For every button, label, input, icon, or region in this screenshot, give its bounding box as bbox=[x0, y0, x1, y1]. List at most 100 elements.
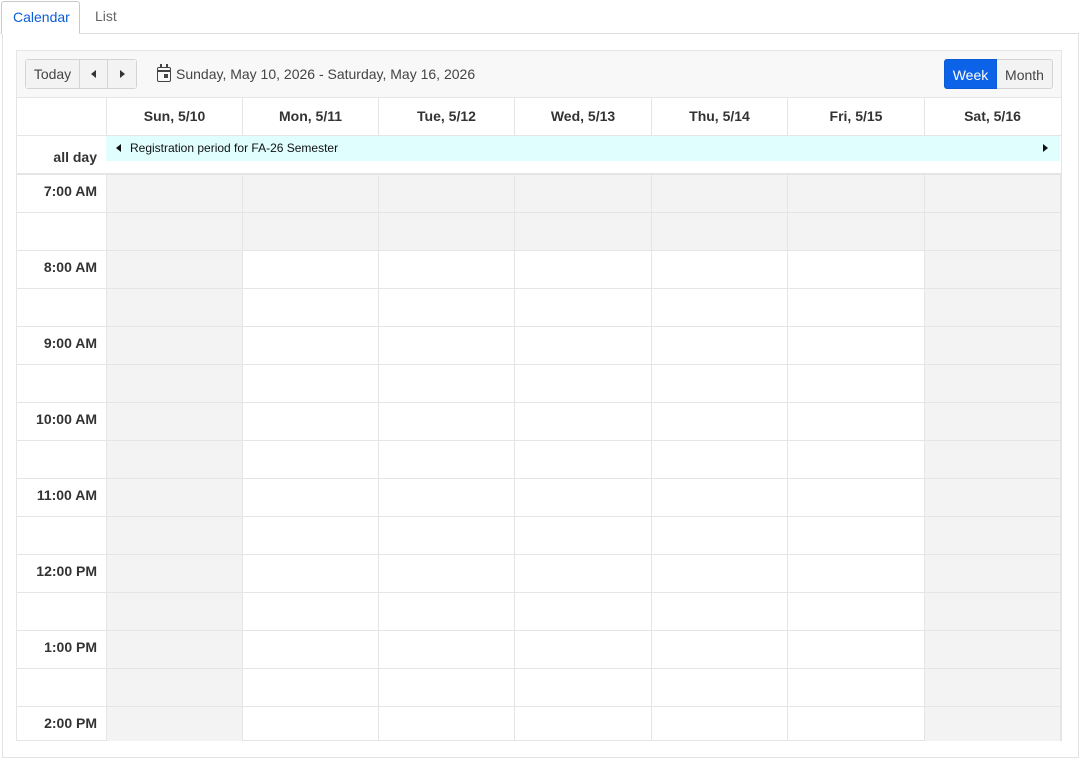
today-button[interactable]: Today bbox=[26, 60, 80, 88]
time-slot[interactable] bbox=[651, 250, 787, 288]
time-slot[interactable] bbox=[924, 592, 1060, 630]
time-slot[interactable] bbox=[106, 364, 242, 402]
time-slot[interactable] bbox=[106, 592, 242, 630]
time-slot[interactable] bbox=[514, 326, 651, 364]
calendar-icon[interactable] bbox=[157, 64, 171, 82]
time-slot[interactable] bbox=[514, 592, 651, 630]
time-slot[interactable] bbox=[378, 250, 514, 288]
time-slot[interactable] bbox=[242, 212, 378, 250]
time-slot[interactable] bbox=[787, 554, 924, 592]
time-slot[interactable] bbox=[651, 440, 787, 478]
time-slot[interactable] bbox=[242, 592, 378, 630]
time-slot[interactable] bbox=[651, 212, 787, 250]
time-slot[interactable] bbox=[787, 402, 924, 440]
time-slot[interactable] bbox=[378, 402, 514, 440]
time-slot[interactable] bbox=[106, 706, 242, 741]
prev-button[interactable] bbox=[80, 60, 108, 88]
time-slot[interactable] bbox=[378, 592, 514, 630]
time-slot[interactable] bbox=[106, 288, 242, 326]
time-slot[interactable] bbox=[514, 516, 651, 554]
time-slot[interactable] bbox=[106, 630, 242, 668]
time-slot[interactable] bbox=[787, 516, 924, 554]
time-slot[interactable] bbox=[378, 326, 514, 364]
time-slot[interactable] bbox=[378, 364, 514, 402]
time-slot[interactable] bbox=[924, 250, 1060, 288]
time-slot[interactable] bbox=[787, 630, 924, 668]
time-slot[interactable] bbox=[787, 668, 924, 706]
time-slot[interactable] bbox=[514, 212, 651, 250]
time-slot[interactable] bbox=[787, 478, 924, 516]
time-slot[interactable] bbox=[514, 364, 651, 402]
time-slot[interactable] bbox=[651, 174, 787, 212]
time-slot[interactable] bbox=[378, 288, 514, 326]
time-slot[interactable] bbox=[106, 174, 242, 212]
month-view-button[interactable]: Month bbox=[997, 59, 1053, 89]
time-slot[interactable] bbox=[514, 288, 651, 326]
time-slot[interactable] bbox=[651, 364, 787, 402]
time-slot[interactable] bbox=[924, 668, 1060, 706]
time-slot[interactable] bbox=[514, 174, 651, 212]
week-view-button[interactable]: Week bbox=[944, 59, 997, 89]
time-slot[interactable] bbox=[514, 668, 651, 706]
time-slot[interactable] bbox=[651, 592, 787, 630]
next-button[interactable] bbox=[108, 60, 136, 88]
time-slot[interactable] bbox=[924, 516, 1060, 554]
time-slot[interactable] bbox=[242, 174, 378, 212]
time-slot[interactable] bbox=[514, 250, 651, 288]
time-slot[interactable] bbox=[106, 250, 242, 288]
time-slot[interactable] bbox=[378, 706, 514, 741]
time-slot[interactable] bbox=[787, 706, 924, 741]
time-slot[interactable] bbox=[924, 212, 1060, 250]
time-slot[interactable] bbox=[514, 630, 651, 668]
tab-calendar[interactable]: Calendar bbox=[1, 1, 80, 34]
time-slot[interactable] bbox=[378, 440, 514, 478]
time-slot[interactable] bbox=[924, 440, 1060, 478]
time-slot[interactable] bbox=[378, 478, 514, 516]
time-slot[interactable] bbox=[651, 630, 787, 668]
time-slot[interactable] bbox=[924, 478, 1060, 516]
time-slot[interactable] bbox=[924, 364, 1060, 402]
time-slot[interactable] bbox=[242, 478, 378, 516]
time-slot[interactable] bbox=[787, 364, 924, 402]
time-slot[interactable] bbox=[787, 440, 924, 478]
time-slot[interactable] bbox=[651, 402, 787, 440]
time-slot[interactable] bbox=[924, 326, 1060, 364]
time-slot[interactable] bbox=[787, 326, 924, 364]
time-slot[interactable] bbox=[787, 250, 924, 288]
time-slot[interactable] bbox=[787, 288, 924, 326]
time-slot[interactable] bbox=[378, 554, 514, 592]
time-slot[interactable] bbox=[924, 402, 1060, 440]
time-slot[interactable] bbox=[924, 630, 1060, 668]
time-slot[interactable] bbox=[378, 630, 514, 668]
time-slot[interactable] bbox=[242, 364, 378, 402]
time-slot[interactable] bbox=[242, 326, 378, 364]
time-slot[interactable] bbox=[787, 592, 924, 630]
time-slot[interactable] bbox=[787, 212, 924, 250]
time-slot[interactable] bbox=[242, 630, 378, 668]
time-slot[interactable] bbox=[924, 554, 1060, 592]
time-slot[interactable] bbox=[924, 174, 1060, 212]
time-slot[interactable] bbox=[651, 554, 787, 592]
time-slot[interactable] bbox=[378, 516, 514, 554]
time-slot[interactable] bbox=[787, 174, 924, 212]
time-slot[interactable] bbox=[514, 478, 651, 516]
time-slot[interactable] bbox=[651, 326, 787, 364]
time-slot[interactable] bbox=[514, 554, 651, 592]
time-slot[interactable] bbox=[242, 250, 378, 288]
time-slot[interactable] bbox=[651, 668, 787, 706]
time-slot[interactable] bbox=[514, 440, 651, 478]
time-slot[interactable] bbox=[106, 516, 242, 554]
time-slot[interactable] bbox=[651, 478, 787, 516]
time-slot[interactable] bbox=[378, 212, 514, 250]
tab-list[interactable]: List bbox=[84, 1, 128, 34]
time-slot[interactable] bbox=[651, 288, 787, 326]
time-slot[interactable] bbox=[514, 402, 651, 440]
time-slot[interactable] bbox=[924, 706, 1060, 741]
time-slot[interactable] bbox=[514, 706, 651, 741]
time-slot[interactable] bbox=[924, 288, 1060, 326]
time-slot[interactable] bbox=[106, 212, 242, 250]
time-slot[interactable] bbox=[242, 402, 378, 440]
time-slot[interactable] bbox=[378, 668, 514, 706]
time-slot[interactable] bbox=[651, 516, 787, 554]
time-slot[interactable] bbox=[242, 288, 378, 326]
